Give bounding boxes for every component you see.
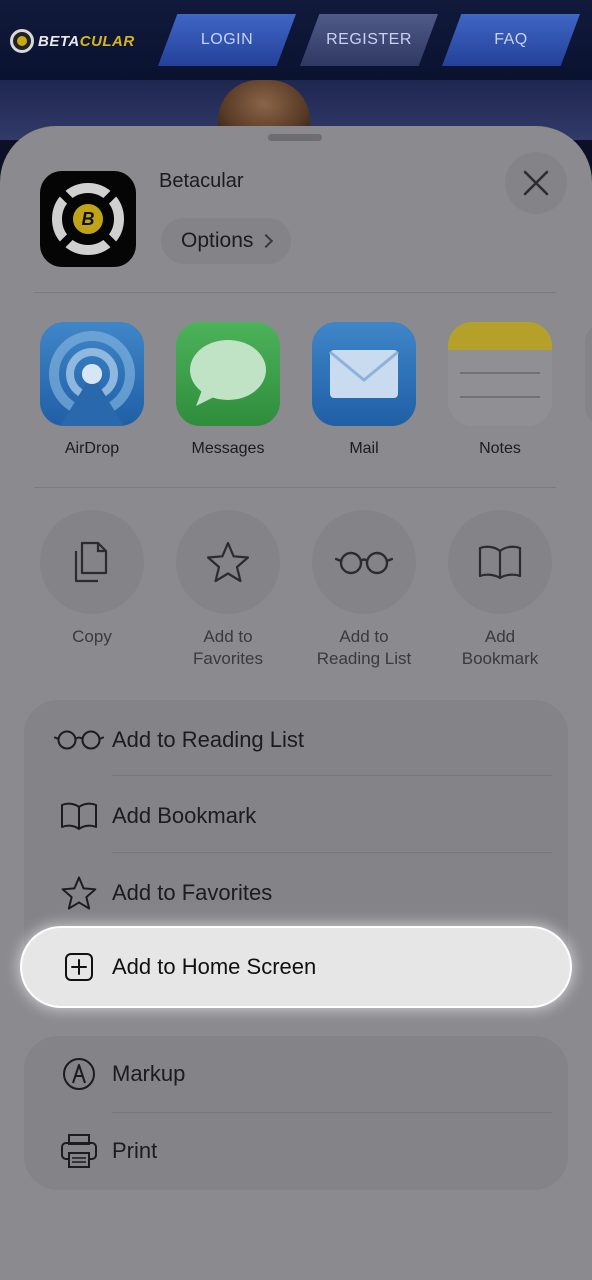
action-add-bookmark[interactable]: Add Bookmark — [432, 510, 568, 670]
options-button[interactable]: Options — [161, 218, 292, 264]
action-label: Add to Favorites — [193, 627, 263, 668]
share-app-label: Messages — [191, 440, 265, 457]
list-item-label: Print — [112, 1138, 158, 1163]
list-item-label: Add to Home Screen — [112, 954, 317, 979]
action-add-to-reading-list[interactable]: Add to Reading List — [296, 510, 432, 670]
list-item-add-to-home-screen[interactable]: Add to Home Screen — [22, 928, 570, 1006]
share-app-label: Mail — [349, 440, 379, 457]
chevron-right-icon — [259, 233, 274, 249]
star-icon — [61, 876, 97, 910]
action-label: Add to Reading List — [316, 627, 412, 668]
markup-icon — [63, 1058, 95, 1090]
site-header: BETACULAR LOGIN REGISTER FAQ — [0, 0, 592, 80]
close-button[interactable] — [505, 152, 567, 214]
glasses-icon — [335, 551, 393, 575]
share-apps-row: AirDrop Messages Mail Notes — [0, 322, 592, 462]
book-icon — [61, 802, 97, 830]
site-logo[interactable]: BETACULAR — [10, 28, 135, 54]
sheet-grabber[interactable] — [268, 134, 322, 141]
share-app-airdrop[interactable]: AirDrop — [40, 322, 144, 458]
action-add-to-favorites[interactable]: Add to Favorites — [160, 510, 296, 670]
share-app-mail[interactable]: Mail — [312, 322, 416, 458]
book-icon — [478, 545, 522, 580]
mail-icon — [312, 322, 416, 426]
copy-icon — [74, 541, 108, 583]
share-actions-row: Copy Add to Favorites Add to Reading Lis… — [0, 510, 592, 680]
app-name: Betacular — [159, 170, 244, 192]
glasses-icon — [54, 730, 104, 750]
list-item-label: Add to Favorites — [112, 880, 273, 905]
share-app-label: AirDrop — [64, 440, 120, 457]
list-item-markup[interactable]: Markup — [24, 1036, 568, 1112]
list-item-add-bookmark[interactable]: Add Bookmark — [24, 778, 568, 854]
action-label: Add Bookmark — [461, 627, 539, 668]
row-divider — [112, 852, 552, 853]
share-sheet: B Betacular Options AirDrop Messages Mai… — [0, 126, 592, 1280]
divider — [34, 487, 556, 488]
list-item-label: Add Bookmark — [112, 803, 257, 828]
logo-text: BETACULAR — [38, 32, 135, 50]
action-copy[interactable]: Copy — [24, 510, 160, 648]
share-app-notes[interactable]: Notes — [448, 322, 552, 458]
list-item-print[interactable]: Print — [24, 1113, 568, 1189]
star-icon — [206, 541, 250, 583]
app-icon: B — [40, 171, 136, 267]
plus-square-icon — [65, 953, 93, 981]
printer-icon — [61, 1134, 97, 1168]
messages-icon — [176, 322, 280, 426]
divider — [34, 292, 556, 293]
login-button[interactable]: LOGIN — [158, 14, 296, 66]
faq-button[interactable]: FAQ — [442, 14, 580, 66]
airdrop-icon — [40, 322, 144, 426]
action-label: Copy — [72, 627, 112, 646]
share-app-messages[interactable]: Messages — [176, 322, 280, 458]
list-item-label: Add to Reading List — [112, 727, 305, 752]
logo-icon — [10, 29, 34, 53]
register-button[interactable]: REGISTER — [300, 14, 438, 66]
secondary-actions-list: Markup Print — [24, 1036, 568, 1190]
options-label: Options — [181, 229, 254, 252]
list-item-add-to-favorites[interactable]: Add to Favorites — [24, 855, 568, 931]
row-divider — [112, 775, 552, 776]
share-app-label: Notes — [479, 440, 521, 457]
notes-icon — [448, 322, 552, 426]
list-item-label: Markup — [112, 1061, 186, 1086]
close-icon — [523, 170, 549, 196]
list-item-add-to-reading-list[interactable]: Add to Reading List — [24, 702, 568, 778]
more-apps-tile[interactable] — [585, 322, 592, 426]
